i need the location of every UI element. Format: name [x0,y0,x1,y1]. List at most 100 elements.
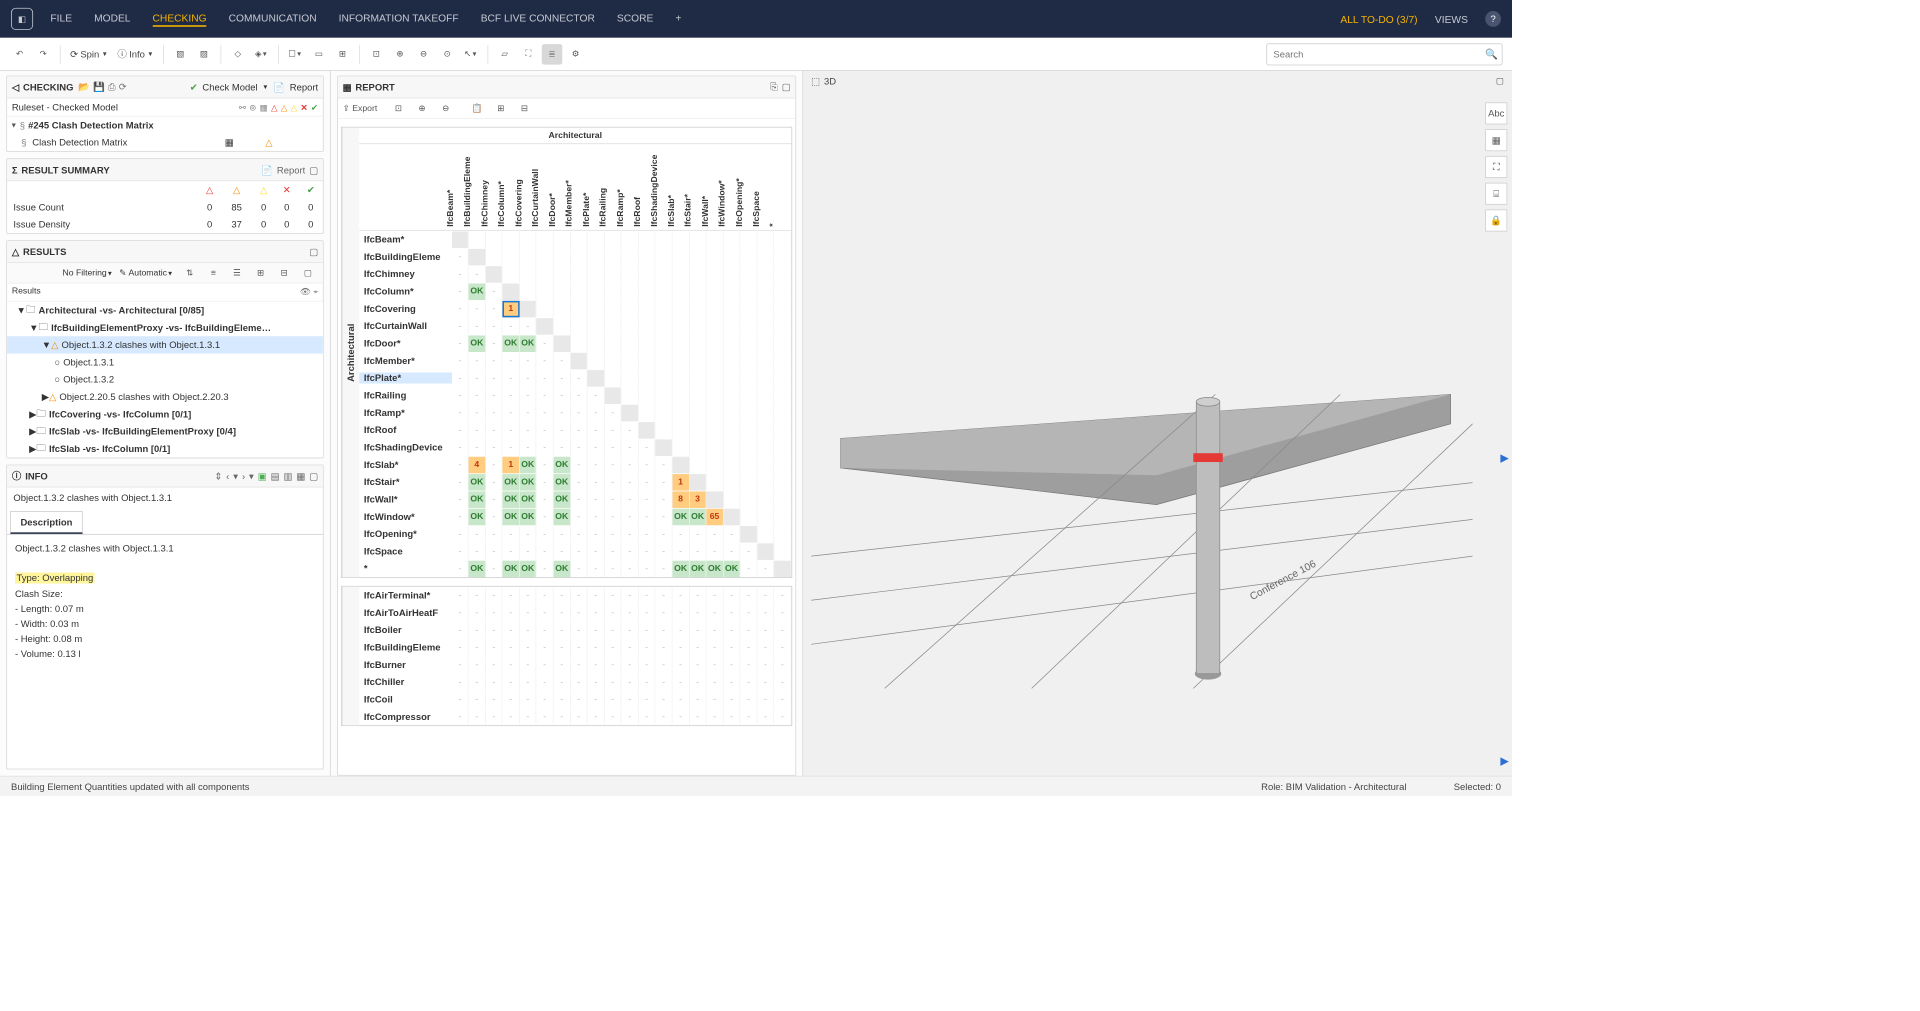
checking-report-button[interactable]: Report [290,82,318,93]
summary-report-button[interactable]: Report [277,164,305,175]
settings-icon[interactable]: ⚙ [565,44,585,64]
results-tree-row[interactable]: ▼ 🗀 IfcBuildingElementProxy -vs- IfcBuil… [7,319,323,336]
cursor-icon[interactable]: ↖▼ [461,44,481,64]
description-tab[interactable]: Description [10,511,82,534]
menu-bcf[interactable]: BCF LIVE CONNECTOR [481,11,595,26]
nav-arrow-right-2[interactable]: ▶ [1500,754,1508,767]
updown-icon[interactable]: ⇕ [214,471,222,482]
zoom-fit2-icon[interactable]: ⊡ [388,98,408,118]
tri-yellow-icon[interactable]: △ [291,102,298,112]
next-icon[interactable]: › [242,471,245,482]
zoom-out-icon[interactable]: ⊖ [413,44,433,64]
all-todo-link[interactable]: ALL TO-DO (3/7) [1340,13,1417,25]
dd2-icon[interactable]: ▾ [249,471,254,482]
prev-icon[interactable]: ‹ [226,471,229,482]
cube4-icon[interactable]: ◈▼ [251,44,271,64]
zoom-in-icon[interactable]: ⊕ [390,44,410,64]
results-tree-row[interactable]: ▶ 🗀 IfcCovering -vs- IfcColumn [0/1] [7,406,323,423]
app-logo[interactable]: ◧ [11,8,33,30]
zoom-area-icon[interactable]: ⊙ [437,44,457,64]
i1-icon[interactable]: ▤ [271,471,280,482]
search-input[interactable] [1266,43,1502,65]
clash-matrix-2[interactable]: IfcAirTerminal*--------------------IfcAi… [341,586,792,726]
menu-score[interactable]: SCORE [617,11,653,26]
clip1-icon[interactable]: 📋 [467,98,487,118]
save-as-icon[interactable]: ⎙ [108,81,116,93]
rule-row-2[interactable]: § Clash Detection Matrix ▦△ [7,134,323,151]
maximize-icon[interactable]: ▢ [1496,76,1504,86]
grid-tool-icon[interactable]: ▦ [1485,129,1507,151]
export-button[interactable]: ⇪ Export [343,103,378,113]
res-t3-icon[interactable]: ☰ [227,263,247,283]
filter-dropdown[interactable]: No Filtering▼ [62,268,113,277]
menu-file[interactable]: FILE [50,11,72,26]
x-icon[interactable]: ✕ [300,102,307,112]
menu-takeoff[interactable]: INFORMATION TAKEOFF [339,11,459,26]
green-box-icon[interactable]: ▣ [258,471,267,482]
copy-icon[interactable]: ⎘ [770,81,778,93]
grid-icon[interactable]: ▦ [260,102,268,112]
3d-viewport[interactable]: ⬚3D ▢ Abc ▦ ⛶ ⌸ 🔒 ▶ ▶ [803,71,1512,776]
results-tree-row[interactable]: ▶ 🗀 IfcSlab -vs- IfcColumn [0/1] [7,440,323,457]
box-icon[interactable]: ☐▼ [285,44,305,64]
spin-dropdown[interactable]: ⟳ Spin▼ [67,48,111,59]
cube2-icon[interactable]: ▨ [194,44,214,64]
results-tree-row[interactable]: ○ Object.1.3.2 [7,371,323,388]
res-t6-icon[interactable]: ▢ [298,263,318,283]
res-t4-icon[interactable]: ⊞ [250,263,270,283]
ground-icon[interactable]: ▱ [495,44,515,64]
res-t5-icon[interactable]: ⊟ [274,263,294,283]
info-dropdown[interactable]: ⓘ Info▼ [114,47,156,60]
check-icon[interactable]: ✔ [311,102,318,112]
res-t1-icon[interactable]: ⇅ [180,263,200,283]
undo-icon[interactable]: ↶ [9,44,29,64]
section-tool-icon[interactable]: ⛶ [1485,156,1507,178]
menu-checking[interactable]: CHECKING [153,11,207,26]
layers-icon[interactable]: ≣ [542,44,562,64]
maximize-icon[interactable]: ▢ [309,246,318,257]
results-tree-row[interactable]: ○ Object.1.3.1 [7,354,323,371]
folder-open-icon[interactable]: 📂 [78,81,90,93]
clip3-icon[interactable]: ⊟ [514,98,534,118]
maximize-icon[interactable]: ▢ [309,164,318,175]
eye-icon[interactable]: 👁 [300,287,311,296]
results-tree-row[interactable]: ▼ 🗀 Architectural -vs- Architectural [0/… [7,302,323,319]
refresh-icon[interactable]: ⟳ [119,81,127,93]
wireframe-icon[interactable]: ⊞ [332,44,352,64]
stack-icon[interactable]: ▭ [309,44,329,64]
results-tree-row[interactable]: ▶ △ Object.2.20.5 clashes with Object.2.… [7,388,323,405]
zoom-fit-icon[interactable]: ⊡ [366,44,386,64]
target2-icon[interactable]: ⌖ [313,287,318,296]
tri-red-icon[interactable]: △ [271,102,278,112]
dd-icon[interactable]: ▾ [233,471,238,482]
pdf-tool-icon[interactable]: ⌸ [1485,183,1507,205]
res-t2-icon[interactable]: ≡ [203,263,223,283]
zoom-in2-icon[interactable]: ⊕ [412,98,432,118]
clip2-icon[interactable]: ⊞ [491,98,511,118]
maximize-icon[interactable]: ▢ [782,81,791,93]
results-tree-row[interactable]: ▼ △ Object.1.3.2 clashes with Object.1.3… [7,336,323,353]
lock-tool-icon[interactable]: 🔒 [1485,209,1507,231]
cube3-icon[interactable]: ◇ [228,44,248,64]
nav-arrow-right-1[interactable]: ▶ [1500,451,1508,464]
search-icon[interactable]: 🔍 [1485,48,1498,61]
zoom-out2-icon[interactable]: ⊖ [436,98,456,118]
tri-orange-icon[interactable]: △ [281,102,288,112]
link-icon[interactable]: ⚯ [239,102,246,112]
views-link[interactable]: VIEWS [1435,13,1468,25]
menu-model[interactable]: MODEL [94,11,130,26]
save-icon[interactable]: 💾 [93,81,105,93]
map-icon[interactable]: ⛶ [518,44,538,64]
rule-row-1[interactable]: ▼§ #245 Clash Detection Matrix [7,117,323,134]
results-tree-row[interactable]: ▶ 🗀 IfcSlab -vs- IfcBuildingElementProxy… [7,423,323,440]
abc-tool-icon[interactable]: Abc [1485,102,1507,124]
target-icon[interactable]: ⊚ [249,102,256,112]
cube1-icon[interactable]: ▧ [170,44,190,64]
menu-communication[interactable]: COMMUNICATION [229,11,317,26]
clash-matrix[interactable]: Architectural Architectural IfcBeam*IfcB… [341,127,792,578]
redo-icon[interactable]: ↷ [33,44,53,64]
i2-icon[interactable]: ▥ [283,471,292,482]
i4-icon[interactable]: ▢ [309,471,318,482]
help-icon[interactable]: ? [1485,11,1501,27]
i3-icon[interactable]: ▦ [296,471,305,482]
